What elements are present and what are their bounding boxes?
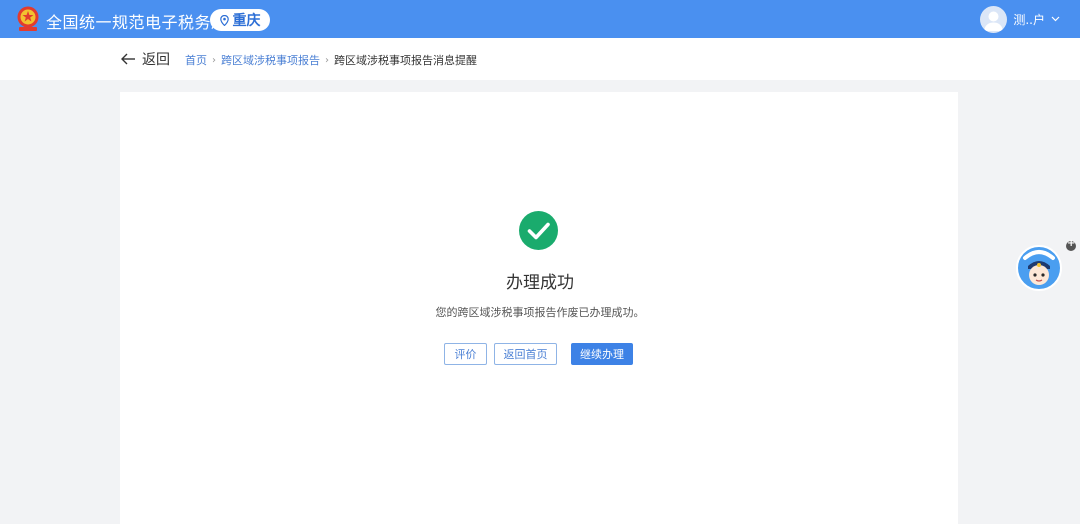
- region-name: 重庆: [232, 13, 261, 29]
- top-nav-bar: 全国统一规范电子税务局 重庆 测..户: [0, 0, 1080, 38]
- back-label: 返回: [142, 52, 170, 68]
- evaluate-button[interactable]: 评价: [444, 343, 487, 365]
- continue-button[interactable]: 继续办理: [571, 343, 633, 365]
- site-title[interactable]: 全国统一规范电子税务局: [46, 9, 228, 33]
- chevron-down-icon: [1051, 16, 1060, 22]
- breadcrumb-separator: ›: [325, 54, 329, 66]
- tax-emblem-icon[interactable]: [16, 5, 40, 32]
- avatar: [980, 5, 1008, 33]
- result-title: 办理成功: [506, 273, 574, 293]
- region-selector[interactable]: 重庆: [210, 9, 270, 31]
- user-icon: [984, 11, 1004, 31]
- check-circle-icon: [519, 211, 558, 250]
- breadcrumb-separator: ›: [212, 54, 216, 66]
- location-pin-icon: [219, 14, 229, 26]
- arrow-left-icon: [121, 53, 135, 65]
- back-home-button[interactable]: 返回首页: [494, 343, 557, 365]
- breadcrumb-bar: 返回 首页 › 跨区域涉税事项报告 › 跨区域涉税事项报告消息提醒: [0, 38, 1080, 80]
- breadcrumb: 首页 › 跨区域涉税事项报告 › 跨区域涉税事项报告消息提醒: [185, 52, 477, 68]
- breadcrumb-home[interactable]: 首页: [185, 52, 207, 68]
- user-menu[interactable]: 测..户: [980, 5, 1060, 33]
- assistant-avatar-icon[interactable]: [1015, 244, 1063, 292]
- breadcrumb-current: 跨区域涉税事项报告消息提醒: [334, 54, 477, 67]
- back-button[interactable]: 返回: [121, 49, 170, 69]
- result-description: 您的跨区域涉税事项报告作废已办理成功。: [435, 306, 645, 319]
- user-name: 测..户: [1013, 12, 1045, 27]
- assistant-close-button[interactable]: [1066, 238, 1076, 251]
- breadcrumb-cross-region-report[interactable]: 跨区域涉税事项报告: [221, 52, 320, 68]
